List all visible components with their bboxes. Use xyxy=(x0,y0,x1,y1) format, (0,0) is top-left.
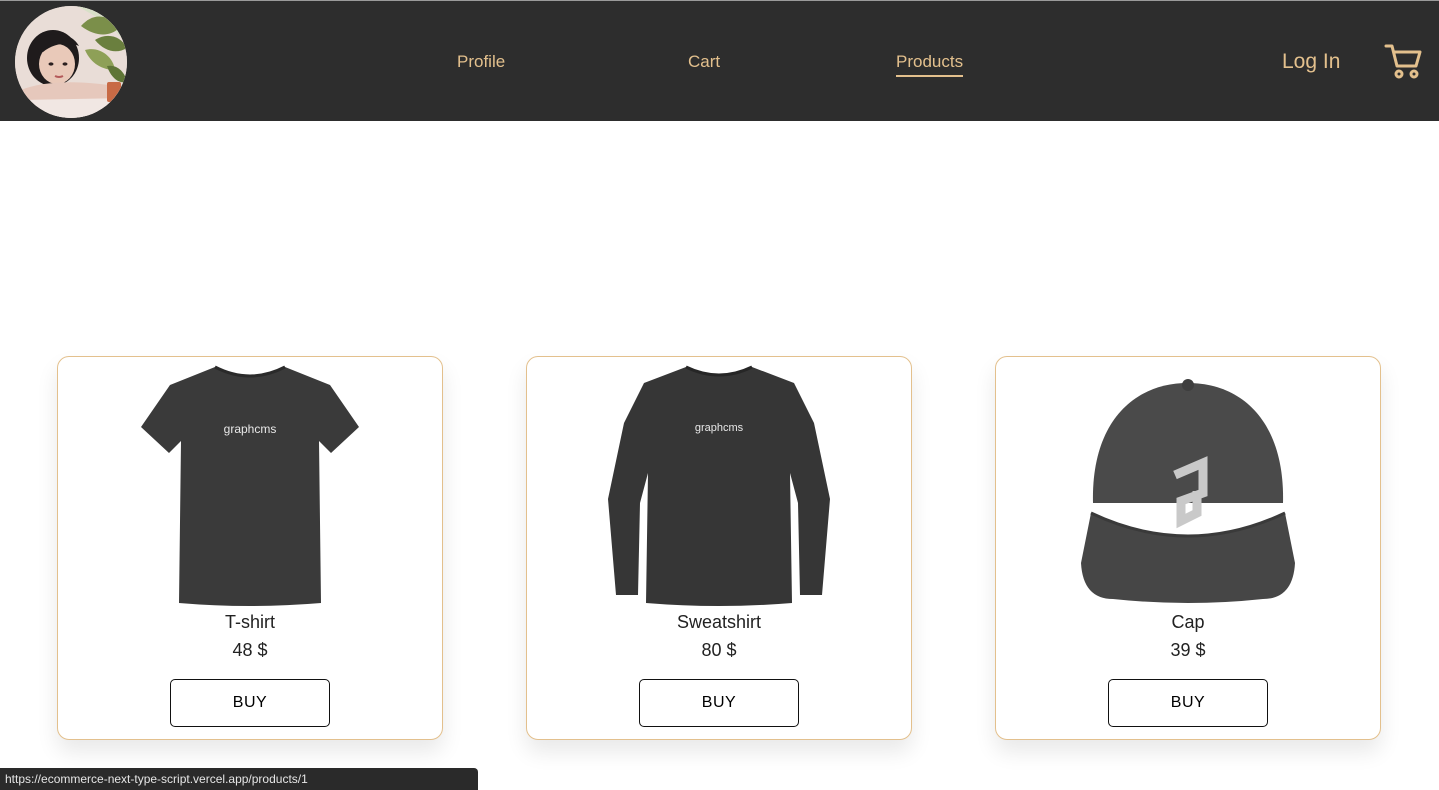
top-navbar: Profile Cart Products Log In xyxy=(0,0,1439,121)
product-price: 80 $ xyxy=(701,640,737,660)
shopping-cart-icon[interactable] xyxy=(1384,43,1422,79)
product-card-sweatshirt[interactable]: graphcms Sweatshirt 80 $ BUY xyxy=(526,356,912,740)
buy-button[interactable]: BUY xyxy=(639,679,799,727)
nav-cart-link[interactable]: Cart xyxy=(688,52,720,72)
svg-text:graphcms: graphcms xyxy=(224,422,277,436)
login-button[interactable]: Log In xyxy=(1282,50,1340,74)
product-name: Cap xyxy=(1171,612,1205,632)
nav-products-link[interactable]: Products xyxy=(896,52,964,77)
nav-profile-link[interactable]: Profile xyxy=(457,52,505,72)
product-name: T-shirt xyxy=(224,612,275,632)
product-card-cap[interactable]: Cap 39 $ BUY xyxy=(995,356,1381,740)
buy-button[interactable]: BUY xyxy=(1108,679,1268,727)
avatar[interactable] xyxy=(15,6,127,118)
svg-text:graphcms: graphcms xyxy=(695,422,744,434)
cap-image xyxy=(1081,379,1295,603)
product-card-tshirt[interactable]: graphcms T-shirt 48 $ BUY xyxy=(57,356,443,740)
sweatshirt-image: graphcms xyxy=(608,365,830,606)
tshirt-image: graphcms xyxy=(141,365,359,606)
link-preview-status-bar: https://ecommerce-next-type-script.verce… xyxy=(0,768,478,790)
product-price: 48 $ xyxy=(232,640,268,660)
avatar-portrait-icon xyxy=(15,6,127,118)
buy-button[interactable]: BUY xyxy=(170,679,330,727)
product-price: 39 $ xyxy=(1170,640,1206,660)
product-name: Sweatshirt xyxy=(676,612,762,632)
